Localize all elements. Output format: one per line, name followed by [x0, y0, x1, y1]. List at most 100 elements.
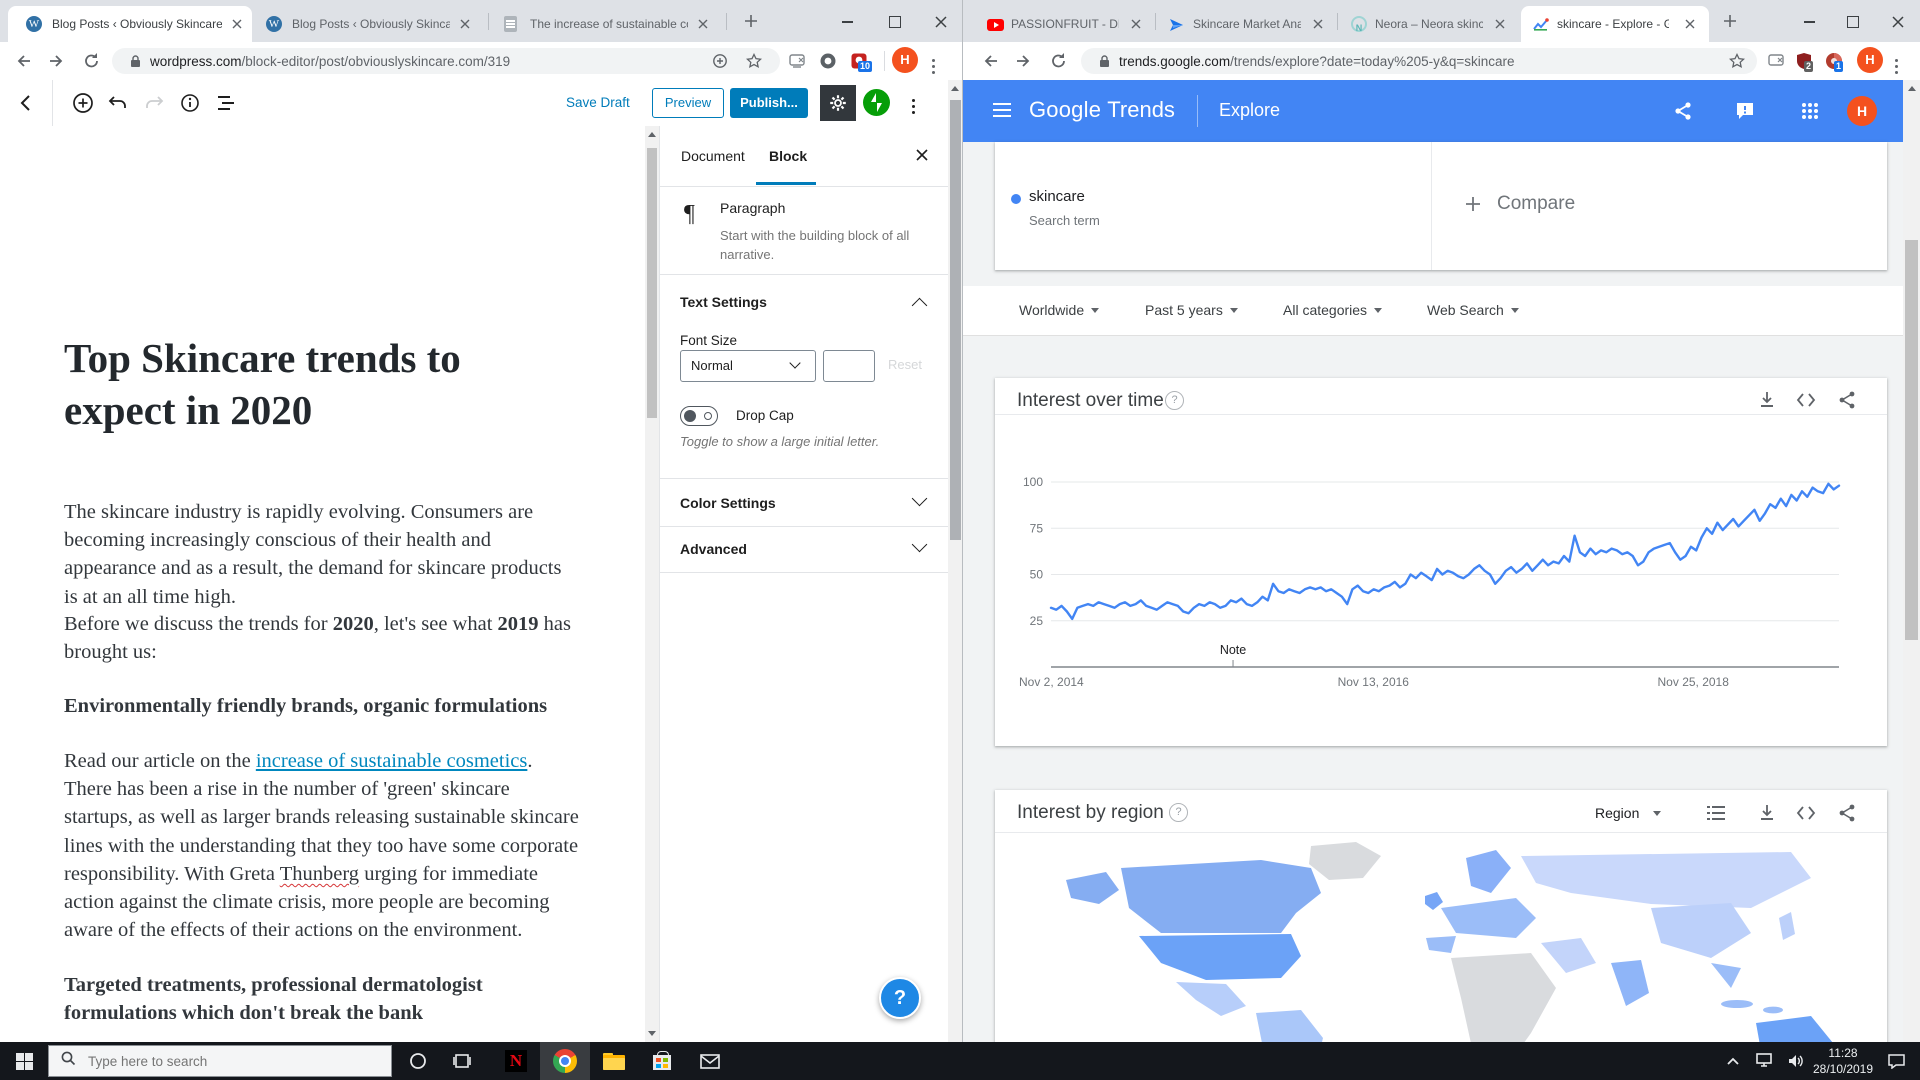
- minimize-button[interactable]: [1794, 12, 1824, 32]
- zoom-page-icon[interactable]: [712, 53, 728, 74]
- new-tab-button[interactable]: [740, 10, 762, 32]
- search-type-filter[interactable]: Web Search: [1427, 302, 1519, 318]
- category-filter[interactable]: All categories: [1283, 302, 1382, 318]
- close-tab-icon[interactable]: [1311, 17, 1325, 31]
- scrollbar-thumb[interactable]: [647, 148, 657, 418]
- forward-icon[interactable]: [1015, 52, 1033, 70]
- block-navigation-icon[interactable]: [217, 95, 237, 116]
- new-tab-button[interactable]: [1719, 10, 1741, 32]
- geo-filter[interactable]: Worldwide: [1019, 302, 1099, 318]
- tab-skincare-market[interactable]: Skincare Market Analy: [1159, 6, 1335, 42]
- help-bubble-button[interactable]: ?: [879, 977, 921, 1019]
- scroll-up-arrow[interactable]: [951, 86, 959, 91]
- page-scrollbar[interactable]: [948, 80, 962, 1042]
- reset-button[interactable]: Reset: [888, 357, 922, 372]
- drop-cap-toggle[interactable]: [680, 406, 718, 426]
- cortana-button[interactable]: [396, 1042, 440, 1080]
- start-button[interactable]: [0, 1042, 48, 1080]
- publish-button[interactable]: Publish...: [730, 88, 808, 118]
- list-view-icon[interactable]: [1707, 805, 1725, 826]
- dark-circle-extension-icon[interactable]: [819, 52, 837, 70]
- close-tab-icon[interactable]: [1493, 17, 1507, 31]
- network-tray-icon[interactable]: [1748, 1042, 1780, 1080]
- undo-icon[interactable]: [108, 93, 128, 118]
- reload-icon[interactable]: [83, 52, 101, 70]
- bookmark-star-icon[interactable]: [746, 53, 762, 74]
- close-window-button[interactable]: [926, 12, 956, 32]
- back-icon[interactable]: [981, 52, 999, 70]
- search-input[interactable]: [86, 1053, 370, 1070]
- maximize-button[interactable]: [880, 12, 910, 32]
- hamburger-menu-icon[interactable]: [993, 103, 1011, 105]
- close-tab-icon[interactable]: [1129, 17, 1143, 31]
- tab-document[interactable]: Document: [681, 148, 745, 164]
- back-to-posts-icon[interactable]: [16, 93, 36, 118]
- reload-icon[interactable]: [1050, 52, 1068, 70]
- task-view-button[interactable]: [440, 1042, 484, 1080]
- tab-block[interactable]: Block: [769, 148, 807, 164]
- paragraph-block[interactable]: Read our article on the increase of sust…: [64, 747, 580, 944]
- help-icon[interactable]: ?: [1165, 391, 1184, 410]
- close-tab-icon[interactable]: [1683, 17, 1697, 31]
- taskbar-search[interactable]: [48, 1045, 392, 1077]
- time-filter[interactable]: Past 5 years: [1145, 302, 1238, 318]
- media-mute-extension-icon[interactable]: [788, 52, 806, 70]
- share-icon[interactable]: [1837, 803, 1857, 828]
- colored-extension-icon[interactable]: 1: [1825, 52, 1843, 70]
- text-settings-panel-header[interactable]: Text Settings: [660, 274, 949, 330]
- feedback-icon[interactable]: [1735, 101, 1755, 126]
- chrome-menu-icon[interactable]: [932, 55, 950, 73]
- tab-blog-posts-2[interactable]: W Blog Posts ‹ Obviously Skincare –: [254, 6, 484, 42]
- heading-block[interactable]: Environmentally friendly brands, organic…: [64, 692, 580, 720]
- bookmark-star-icon[interactable]: [1729, 53, 1745, 74]
- preview-button[interactable]: Preview: [652, 88, 724, 118]
- tab-passionfruit[interactable]: PASSIONFRUIT - DRA: [977, 6, 1153, 42]
- post-title[interactable]: Top Skincare trends to expect in 2020: [64, 332, 544, 436]
- scrollbar-thumb[interactable]: [1905, 240, 1918, 640]
- close-window-button[interactable]: [1883, 12, 1913, 32]
- scroll-down-arrow[interactable]: [648, 1031, 656, 1036]
- back-icon[interactable]: [14, 52, 32, 70]
- maximize-button[interactable]: [1838, 12, 1868, 32]
- advanced-panel-header[interactable]: Advanced: [660, 525, 949, 573]
- sustainable-cosmetics-link[interactable]: increase of sustainable cosmetics: [256, 750, 528, 772]
- tab-neora[interactable]: N Neora – Neora skincar: [1341, 6, 1517, 42]
- google-apps-grid-icon[interactable]: [1801, 102, 1819, 125]
- editor-scrollbar[interactable]: [645, 126, 659, 1042]
- embed-icon[interactable]: [1795, 390, 1817, 415]
- volume-tray-icon[interactable]: [1780, 1042, 1812, 1080]
- red-extension-icon[interactable]: 10: [850, 52, 868, 70]
- chrome-taskbar-icon[interactable]: [540, 1042, 590, 1080]
- taskbar-clock[interactable]: 11:28 28/10/2019: [1812, 1045, 1874, 1077]
- jetpack-button[interactable]: [863, 89, 890, 116]
- font-size-input[interactable]: [823, 350, 875, 382]
- close-tab-icon[interactable]: [458, 17, 472, 31]
- scroll-up-arrow[interactable]: [1908, 86, 1916, 91]
- nav-explore[interactable]: Explore: [1219, 100, 1280, 121]
- profile-avatar[interactable]: H: [1857, 47, 1883, 73]
- trends-logo[interactable]: Google Trends: [1029, 97, 1175, 123]
- close-tab-icon[interactable]: [230, 17, 244, 31]
- color-settings-panel-header[interactable]: Color Settings: [660, 478, 949, 527]
- region-selector[interactable]: Region: [1595, 805, 1661, 821]
- paragraph-block[interactable]: Before we discuss the trends for 2020, l…: [64, 610, 580, 666]
- close-sidebar-icon[interactable]: [914, 147, 930, 168]
- shield-extension-icon[interactable]: 2: [1795, 52, 1813, 70]
- paragraph-block[interactable]: The skincare industry is rapidly evolvin…: [64, 498, 580, 611]
- content-structure-icon[interactable]: [180, 93, 200, 118]
- tab-blog-posts-active[interactable]: W Blog Posts ‹ Obviously Skincare –: [8, 6, 252, 42]
- microsoft-store-icon[interactable]: [640, 1042, 684, 1080]
- redo-icon[interactable]: [144, 93, 164, 118]
- tab-trends-active[interactable]: skincare - Explore - G: [1521, 6, 1709, 42]
- forward-icon[interactable]: [48, 52, 66, 70]
- account-avatar[interactable]: H: [1847, 96, 1877, 126]
- minimize-button[interactable]: [832, 12, 862, 32]
- file-explorer-icon[interactable]: [592, 1042, 636, 1080]
- mail-icon[interactable]: [688, 1042, 732, 1080]
- block-inserter-icon[interactable]: [72, 92, 94, 119]
- tray-expand-chevron[interactable]: [1718, 1042, 1748, 1080]
- editor-canvas[interactable]: Top Skincare trends to expect in 2020 Th…: [0, 126, 645, 1042]
- scroll-up-arrow[interactable]: [648, 132, 656, 137]
- media-mute-extension-icon[interactable]: [1767, 52, 1785, 70]
- font-size-select[interactable]: Normal: [680, 350, 816, 382]
